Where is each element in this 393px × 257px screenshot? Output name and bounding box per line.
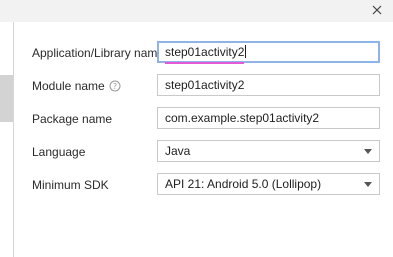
min-sdk-select[interactable]: API 21: Android 5.0 (Lollipop)	[157, 173, 380, 195]
package-name-value: com.example.step01activity2	[165, 111, 320, 125]
left-side-panel	[0, 22, 14, 257]
language-row: Language Java	[14, 140, 393, 164]
close-icon	[372, 5, 382, 15]
language-selected-value: Java	[165, 144, 191, 158]
min-sdk-row: Minimum SDK API 21: Android 5.0 (Lollipo…	[14, 173, 393, 197]
text-caret	[245, 45, 247, 58]
chevron-down-icon	[364, 182, 372, 187]
app-name-label: Application/Library name	[32, 46, 165, 60]
question-circle-icon-svg: ?	[109, 80, 121, 92]
module-name-value: step01activity2	[165, 78, 245, 92]
app-name-row: Application/Library name step01activity2	[14, 41, 393, 65]
module-name-input[interactable]: step01activity2	[157, 74, 380, 96]
app-name-input[interactable]: step01activity2	[157, 41, 380, 64]
chevron-down-icon	[364, 149, 372, 154]
question-circle-icon[interactable]: ?	[109, 80, 121, 92]
package-name-label: Package name	[32, 112, 113, 126]
package-name-row: Package name com.example.step01activity2	[14, 107, 393, 131]
svg-text:?: ?	[113, 82, 117, 91]
spellcheck-underline	[165, 62, 245, 64]
close-button[interactable]	[370, 3, 384, 17]
language-label: Language	[32, 145, 86, 159]
module-name-label: Module name	[32, 79, 105, 93]
app-name-value: step01activity2	[165, 45, 245, 59]
module-name-label-wrap: Module name?	[32, 78, 121, 94]
package-name-input[interactable]: com.example.step01activity2	[157, 107, 380, 129]
dialog-titlebar	[0, 0, 393, 22]
side-panel-highlight	[0, 75, 13, 122]
new-module-form: Application/Library name step01activity2…	[14, 22, 393, 257]
min-sdk-label: Minimum SDK	[32, 178, 109, 192]
app-name-text: step01activity2	[165, 43, 245, 64]
language-select[interactable]: Java	[157, 140, 380, 162]
module-name-row: Module name? step01activity2	[14, 74, 393, 98]
min-sdk-selected-value: API 21: Android 5.0 (Lollipop)	[165, 177, 322, 191]
